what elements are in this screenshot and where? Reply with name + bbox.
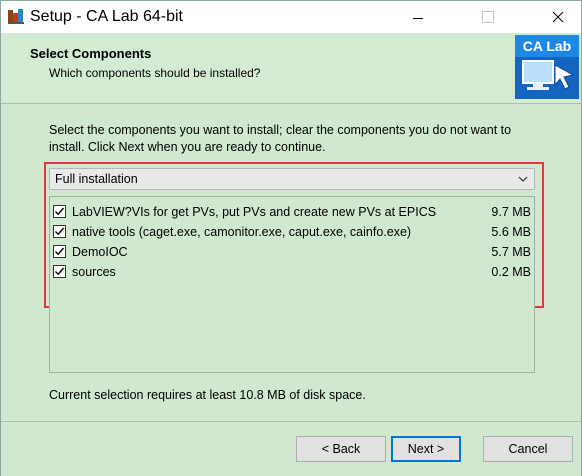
component-label: native tools (caget.exe, camonitor.exe, …	[72, 225, 412, 239]
install-type-dropdown[interactable]: Full installation	[49, 168, 535, 190]
component-label: DemoIOC	[72, 245, 128, 259]
checkmark-icon	[55, 247, 65, 256]
setup-window: Setup - CA Lab 64-bit Select Components …	[0, 0, 582, 476]
page-title: Select Components	[30, 46, 152, 61]
maximize-button[interactable]	[465, 1, 511, 33]
checkbox[interactable]	[53, 245, 66, 258]
wizard-body: Select the components you want to instal…	[1, 104, 581, 426]
disk-space-text: Current selection requires at least 10.8…	[49, 388, 366, 402]
wizard-header: Select Components Which components shoul…	[1, 33, 581, 104]
component-size: 0.2 MB	[491, 265, 531, 279]
checkbox[interactable]	[53, 265, 66, 278]
component-label: LabVIEW?VIs for get PVs, put PVs and cre…	[72, 205, 437, 219]
cancel-button[interactable]: Cancel	[483, 436, 573, 462]
svg-text:CA Lab: CA Lab	[523, 38, 571, 54]
minimize-button[interactable]	[395, 1, 441, 33]
back-button[interactable]: < Back	[296, 436, 386, 462]
component-label: sources	[72, 265, 116, 279]
next-button[interactable]: Next >	[391, 436, 461, 462]
minimize-icon	[413, 17, 423, 19]
list-item[interactable]: sources 0.2 MB	[53, 263, 531, 283]
install-type-value: Full installation	[55, 172, 138, 186]
window-title: Setup - CA Lab 64-bit	[30, 8, 183, 25]
list-item[interactable]: LabVIEW?VIs for get PVs, put PVs and cre…	[53, 203, 531, 223]
checkmark-icon	[55, 267, 65, 276]
instructions-text: Select the components you want to instal…	[49, 123, 512, 154]
maximize-icon	[482, 11, 494, 23]
checkmark-icon	[55, 227, 65, 236]
next-button-label: Next >	[407, 442, 445, 456]
components-list: LabVIEW?VIs for get PVs, put PVs and cre…	[49, 196, 535, 373]
close-button[interactable]	[535, 1, 581, 33]
checkbox[interactable]	[53, 205, 66, 218]
page-subtitle: Which components should be installed?	[49, 66, 261, 80]
chevron-down-icon	[518, 176, 528, 182]
component-size: 5.6 MB	[491, 225, 531, 239]
close-icon	[552, 11, 564, 23]
wizard-footer: < Back Next > Cancel	[1, 421, 581, 476]
checkmark-icon	[55, 207, 65, 216]
component-size: 5.7 MB	[491, 245, 531, 259]
checkbox[interactable]	[53, 225, 66, 238]
setup-icon	[7, 7, 25, 25]
title-bar: Setup - CA Lab 64-bit	[1, 1, 581, 33]
list-item[interactable]: native tools (caget.exe, camonitor.exe, …	[53, 223, 531, 243]
list-item[interactable]: DemoIOC 5.7 MB	[53, 243, 531, 263]
component-size: 9.7 MB	[491, 205, 531, 219]
ca-lab-logo: CA Lab	[515, 35, 579, 99]
